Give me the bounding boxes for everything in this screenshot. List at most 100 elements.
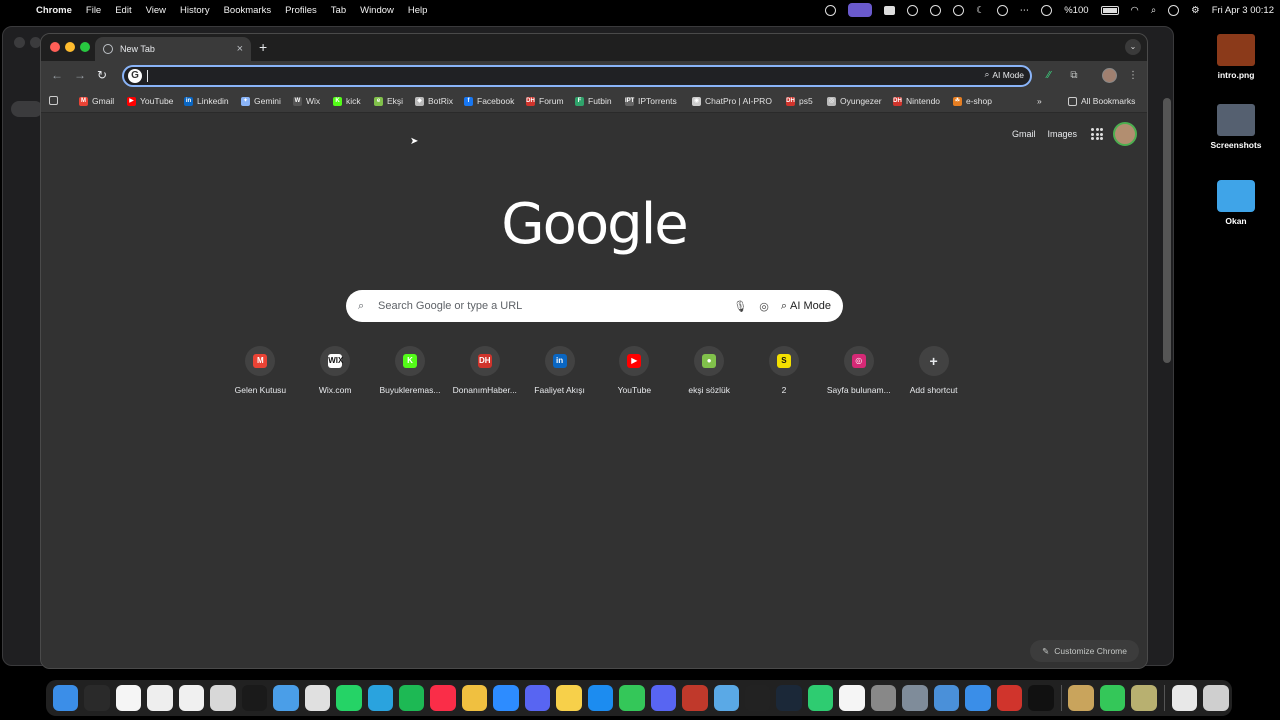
menu-bookmarks[interactable]: Bookmarks [217, 5, 279, 16]
battery-percent[interactable]: %100 [1058, 5, 1094, 16]
lens-camera-icon[interactable]: ◎ [759, 300, 769, 313]
maps-dock-icon[interactable] [713, 685, 739, 711]
bookmark-item[interactable]: ◆ BotRix [415, 96, 453, 106]
bookmark-item[interactable]: ◎ Oyungezer [827, 96, 882, 106]
bookmark-item[interactable]: ✦ Gemini [241, 96, 281, 106]
phone-dock-icon[interactable] [1099, 685, 1126, 711]
bookmark-item[interactable]: F Futbin [575, 96, 612, 106]
profile-avatar[interactable] [1102, 68, 1117, 83]
close-window-icon[interactable] [50, 42, 60, 52]
arc-dock-icon[interactable] [524, 685, 551, 711]
menu-profiles[interactable]: Profiles [278, 5, 324, 16]
omnibox-ai-mode-button[interactable]: ⌕ AI Mode [985, 69, 1024, 80]
game-dock-icon[interactable] [1131, 685, 1157, 711]
bookmark-item[interactable]: in Linkedin [184, 96, 229, 106]
voice-search-mic-icon[interactable]: 🎙 [733, 300, 747, 313]
menu-app-name[interactable]: Chrome [36, 5, 79, 16]
messages-dock-icon[interactable] [619, 685, 645, 711]
minimize-window-icon[interactable] [65, 42, 75, 52]
forward-arrow-icon[interactable]: → [74, 68, 86, 82]
vpn-status-icon[interactable] [924, 4, 947, 16]
shortcut-tile[interactable]: K Buyukleremas... [373, 346, 448, 395]
close-tab-icon[interactable]: × [237, 43, 243, 55]
finder-dock-icon[interactable] [53, 685, 79, 711]
dashboard-dock-icon[interactable] [682, 685, 708, 711]
battery-icon[interactable] [1095, 5, 1125, 15]
yandex-alt-dock-icon[interactable] [147, 685, 173, 711]
bookmark-item[interactable]: e Ekşi [374, 96, 403, 106]
discord-dock-icon[interactable] [650, 685, 677, 711]
images-link[interactable]: Images [1047, 129, 1077, 139]
bookmark-item[interactable]: ▶ YouTube [127, 96, 173, 106]
bookmark-item[interactable]: DH Forum [526, 96, 564, 106]
blocker-status-icon[interactable] [947, 4, 970, 16]
bookmark-item[interactable]: IPT IPTorrents [625, 96, 677, 106]
status-window-icon[interactable] [878, 5, 901, 15]
spotify-dock-icon[interactable] [398, 685, 425, 711]
shortcut-tile[interactable]: M Gelen Kutusu [223, 346, 298, 395]
zoom-window-icon[interactable] [80, 42, 90, 52]
more-menu-icon[interactable]: ⋮ [1126, 69, 1140, 83]
facetime-dock-icon[interactable] [807, 685, 834, 711]
account-status-icon[interactable] [1035, 4, 1058, 16]
menu-window[interactable]: Window [353, 5, 401, 16]
extensions-puzzle-icon[interactable]: ⧉ [1067, 69, 1081, 83]
bookmark-item[interactable]: DH Nintendo [893, 96, 940, 106]
yandex-dock-icon[interactable] [115, 685, 142, 711]
bookmark-item[interactable]: f Facebook [464, 96, 514, 106]
steam-dock-icon[interactable] [776, 685, 802, 711]
spotlight-search-icon[interactable]: ⌕ [1145, 5, 1162, 16]
google-search-box[interactable]: ⌕ Search Google or type a URL 🎙 ◎ ⌕ AI M… [346, 290, 843, 322]
focus-moon-icon[interactable]: ☾ [970, 5, 991, 16]
bookmark-item[interactable]: ◉ ChatPro | AI-PRO [692, 96, 772, 106]
app-store-dock-icon[interactable] [587, 685, 614, 711]
bookmark-item[interactable]: M Gmail [79, 96, 114, 106]
wifi-icon[interactable]: ◠ [1125, 5, 1145, 16]
ai-mode-button[interactable]: ⌕ AI Mode [781, 300, 831, 313]
lol-dock-icon[interactable] [1068, 685, 1094, 711]
extension-pin-icon[interactable]: ⁄⁄ [1042, 69, 1056, 83]
red-app-dock-icon[interactable] [996, 685, 1023, 711]
whatsapp-dock-icon[interactable] [336, 685, 362, 711]
all-bookmarks-button[interactable]: All Bookmarks [1068, 96, 1135, 106]
new-tab-button[interactable]: + [259, 39, 267, 55]
address-bar[interactable]: G ⌕ AI Mode [122, 65, 1032, 87]
shortcut-tile[interactable]: ◎ Sayfa bulunam... [821, 346, 896, 395]
shortcut-tile[interactable]: ● ekşi sözlük [672, 346, 747, 395]
shortcut-tile[interactable]: S2 [747, 346, 822, 395]
desktop-folder-okan[interactable]: Okan [1201, 180, 1271, 226]
account-avatar[interactable] [1113, 122, 1137, 146]
capcut-dock-icon[interactable] [1028, 685, 1054, 711]
bookmarks-overflow-button[interactable]: » [1037, 96, 1042, 106]
status-app-icon[interactable] [819, 4, 842, 16]
apps-grid-icon[interactable] [49, 96, 62, 105]
search-placeholder[interactable]: Search Google or type a URL [378, 300, 721, 312]
menu-tab[interactable]: Tab [324, 5, 353, 16]
gmail-link[interactable]: Gmail [1012, 129, 1036, 139]
bookmark-item[interactable]: W Wix [293, 96, 320, 106]
system-prefs-dock-icon[interactable] [902, 685, 928, 711]
bookmark-item[interactable]: Kkick [333, 96, 361, 106]
trash-dock-icon[interactable] [1203, 685, 1229, 711]
menu-help[interactable]: Help [401, 5, 435, 16]
google-apps-icon[interactable] [1091, 128, 1103, 140]
photos-dock-icon[interactable] [461, 685, 488, 711]
zoom-dock-icon[interactable] [493, 685, 519, 711]
siri-icon[interactable] [1162, 4, 1185, 16]
safari-dock-icon[interactable] [273, 685, 299, 711]
reload-icon[interactable]: ↻ [97, 68, 107, 82]
menu-history[interactable]: History [173, 5, 217, 16]
tab-new-tab[interactable]: New Tab × [95, 37, 251, 61]
menu-file[interactable]: File [79, 5, 108, 16]
chrome-dock-icon[interactable] [304, 685, 331, 711]
telegram-status-icon[interactable] [901, 4, 924, 16]
shortcut-tile[interactable]: DH DonanımHaber... [447, 346, 522, 395]
tab-search-chevron-icon[interactable]: ⌄ [1125, 39, 1141, 55]
back-arrow-icon[interactable]: ← [51, 68, 63, 82]
menu-view[interactable]: View [139, 5, 173, 16]
control-center-icon[interactable]: ⚙ [1185, 5, 1206, 16]
menu-clock[interactable]: Fri Apr 3 00:12 [1206, 5, 1280, 16]
notes-dock-icon[interactable] [556, 685, 582, 711]
status-pill-icon[interactable] [842, 3, 878, 17]
shortcut-tile[interactable]: ▶ YouTube [597, 346, 672, 395]
